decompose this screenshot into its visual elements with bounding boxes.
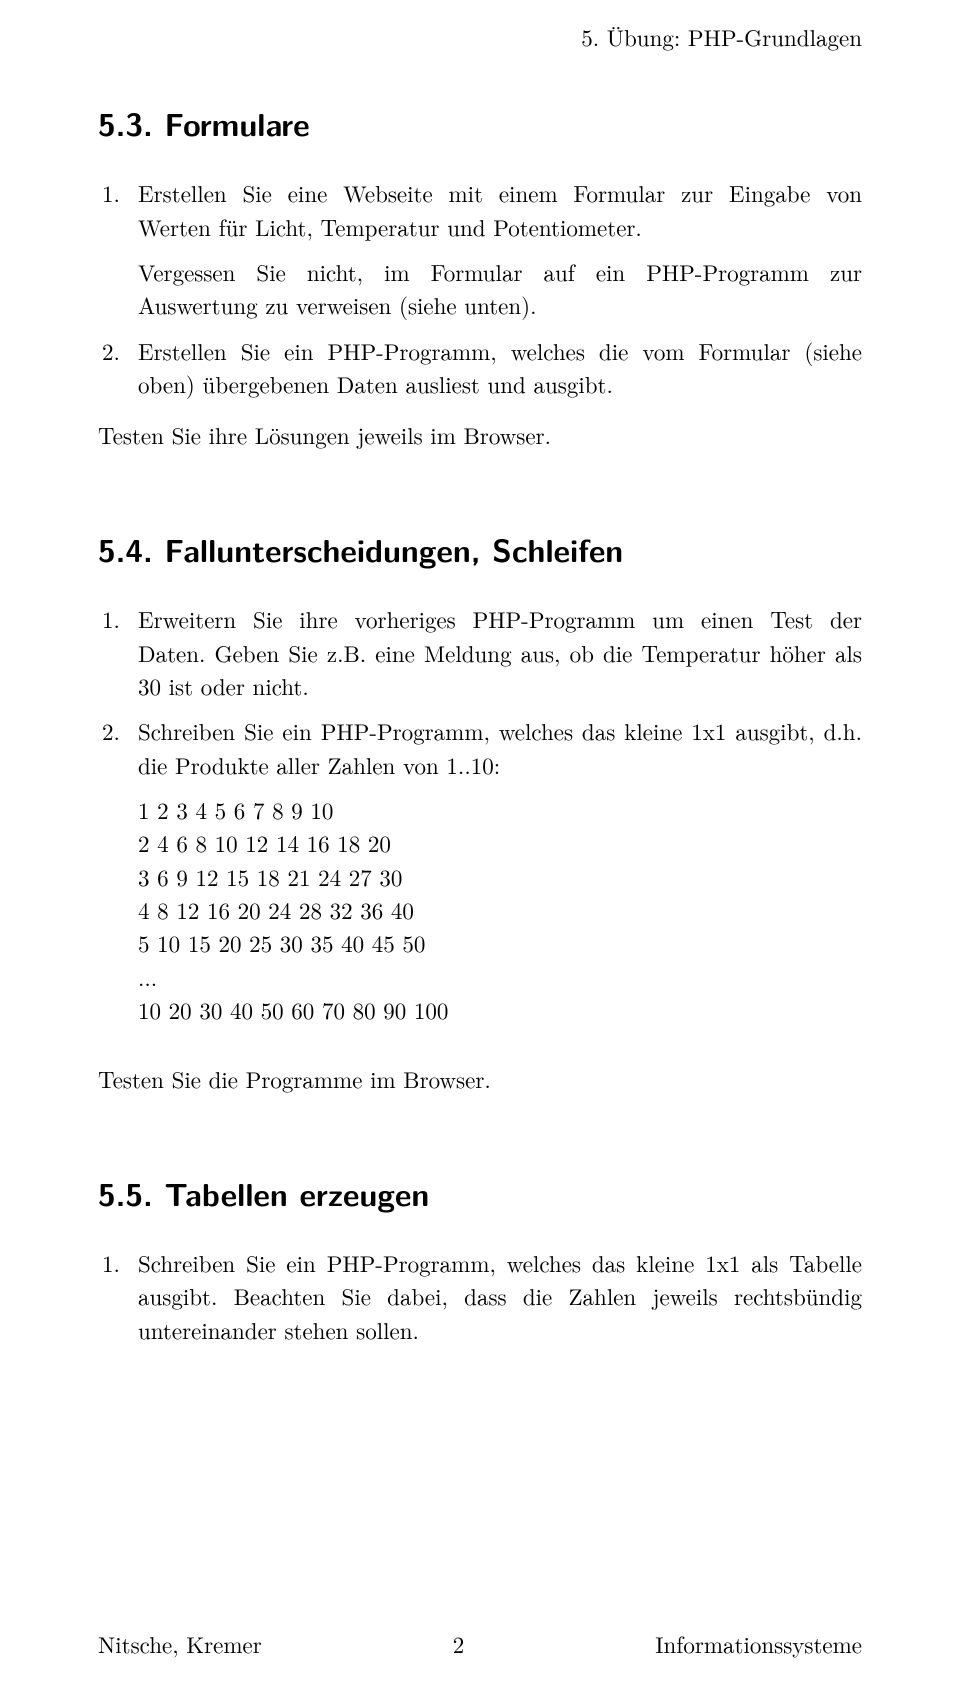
code-row: 10 20 30 40 50 60 70 80 90 100 xyxy=(138,993,862,1026)
list-item-text: Schreiben Sie ein PHP-Programm, welches … xyxy=(138,714,862,780)
code-row: 1 2 3 4 5 6 7 8 9 10 xyxy=(138,793,862,826)
section-heading-5-3: 5.3. Formulare xyxy=(98,100,862,146)
page: 5. Übung: PHP-Grundlagen 5.3. Formulare … xyxy=(0,0,960,1686)
footer-right: Informationssysteme xyxy=(655,1627,862,1660)
list-item: 2. Schreiben Sie ein PHP-Programm, welch… xyxy=(98,714,862,781)
code-row: 2 4 6 8 10 12 14 16 18 20 xyxy=(138,826,862,859)
list-item-number: 2. xyxy=(102,714,120,747)
page-footer: Nitsche, Kremer 2 Informationssysteme xyxy=(98,1627,862,1660)
code-row: 5 10 15 20 25 30 35 40 45 50 xyxy=(138,926,862,959)
header-right: 5. Übung: PHP-Grundlagen xyxy=(581,20,862,53)
footer-center: 2 xyxy=(453,1627,465,1660)
list-item-text: Schreiben Sie ein PHP-Programm, welches … xyxy=(138,1246,862,1346)
list-item-number: 1. xyxy=(102,1246,120,1279)
list-item: 1. Erstellen Sie eine Webseite mit einem… xyxy=(98,176,862,243)
section-heading-5-5: 5.5. Tabellen erzeugen xyxy=(98,1170,862,1216)
list-item-text: Vergessen Sie nicht, im Formular auf ein… xyxy=(138,255,862,321)
list-item-text: Erweitern Sie ihre vorheriges PHP-Progra… xyxy=(138,602,862,702)
list-5-3: 1. Erstellen Sie eine Webseite mit einem… xyxy=(98,176,862,400)
list-5-5: 1. Schreiben Sie ein PHP-Programm, welch… xyxy=(98,1246,862,1346)
list-5-4: 1. Erweitern Sie ihre vorheriges PHP-Pro… xyxy=(98,602,862,781)
paragraph: Testen Sie die Programme im Browser. xyxy=(98,1062,862,1095)
paragraph: Testen Sie ihre Lösungen jeweils im Brow… xyxy=(98,418,862,451)
code-row: 3 6 9 12 15 18 21 24 27 30 xyxy=(138,860,862,893)
section-heading-5-4: 5.4. Fallunterscheidungen, Schleifen xyxy=(98,526,862,572)
code-row: ... xyxy=(138,960,862,993)
list-item-number: 2. xyxy=(102,334,120,367)
code-row: 4 8 12 16 20 24 28 32 36 40 xyxy=(138,893,862,926)
list-item-text: Erstellen Sie ein PHP-Programm, welches … xyxy=(138,334,862,400)
list-item-text: Erstellen Sie eine Webseite mit einem Fo… xyxy=(138,176,862,242)
list-item: 1. Erweitern Sie ihre vorheriges PHP-Pro… xyxy=(98,602,862,702)
list-item: Vergessen Sie nicht, im Formular auf ein… xyxy=(98,255,862,322)
list-item-number: 1. xyxy=(102,602,120,635)
list-item-number: 1. xyxy=(102,176,120,209)
list-item: 2. Erstellen Sie ein PHP-Programm, welch… xyxy=(98,334,862,401)
code-block: 1 2 3 4 5 6 7 8 9 10 2 4 6 8 10 12 14 16… xyxy=(138,793,862,1026)
footer-left: Nitsche, Kremer xyxy=(98,1627,262,1660)
list-item: 1. Schreiben Sie ein PHP-Programm, welch… xyxy=(98,1246,862,1346)
